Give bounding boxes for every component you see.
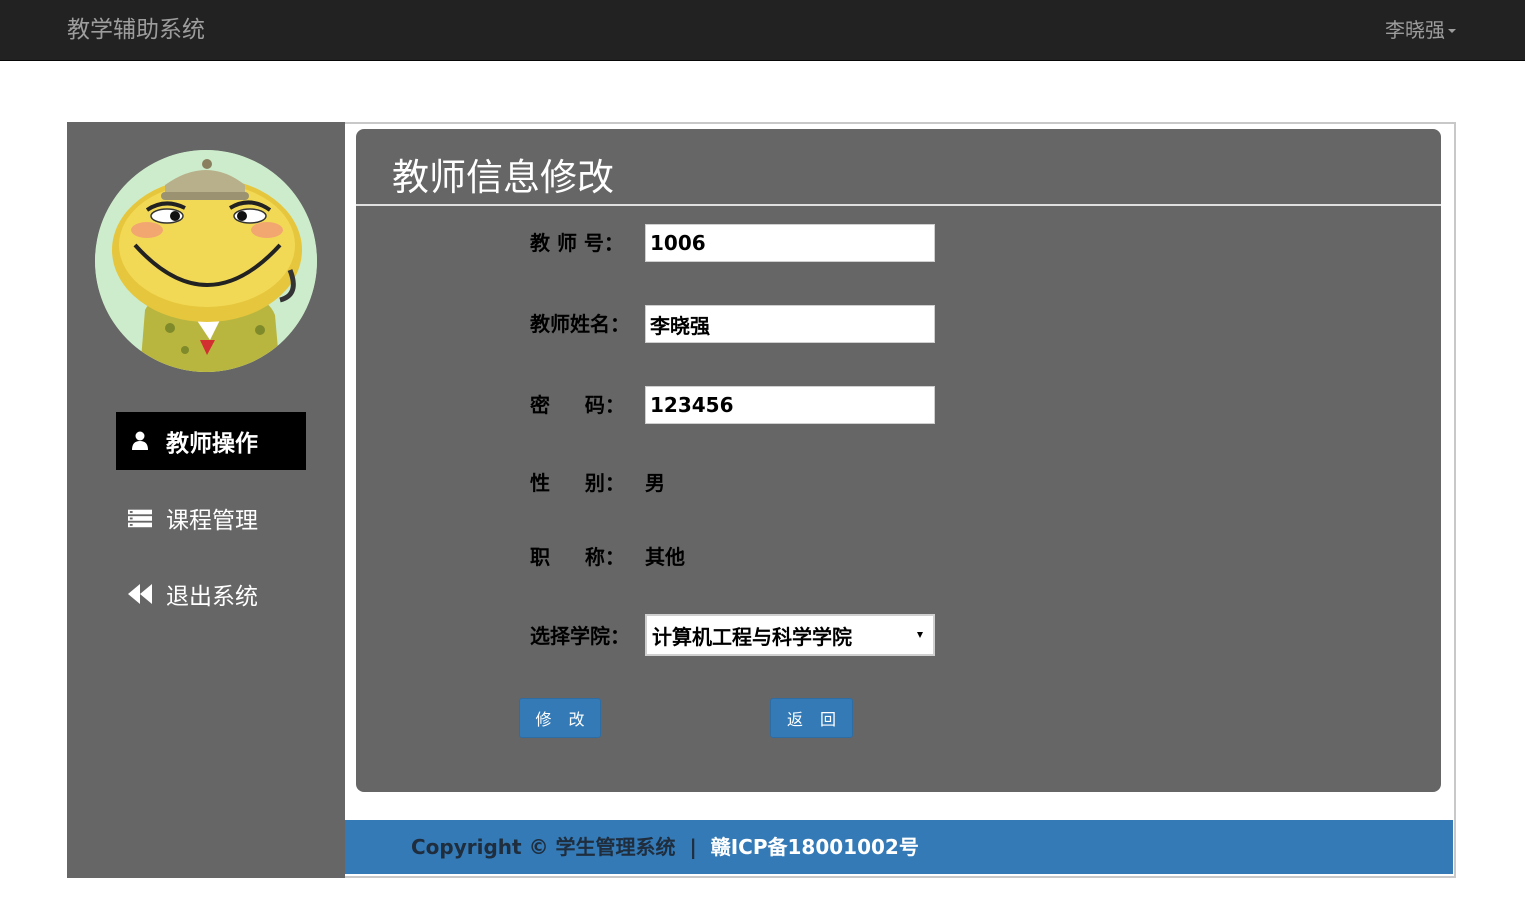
sidebar: 教师操作 课程管理 退出系统 [67,122,345,878]
user-icon [128,429,152,453]
teacher-name-label: 教师姓名： [530,312,630,336]
password-field[interactable] [645,386,935,424]
college-selected: 计算机工程与科学学院 [652,624,852,649]
teacher-id-field[interactable] [645,224,935,262]
caret-down-icon [1448,29,1456,33]
avatar [95,150,317,372]
teacher-name-field[interactable] [645,305,935,343]
sidebar-item-course-management[interactable]: 课程管理 [116,489,306,547]
divider [356,204,1441,206]
password-label: 密 码： [530,393,625,417]
college-label: 选择学院： [530,624,630,648]
footer-text: Copyright © 学生管理系统 | 赣ICP备18001002号 [411,834,919,860]
edit-panel: 教师信息修改 教 师 号： 教师姓名： 密 码： 性 别： 男 职 称： 其他 … [356,129,1441,792]
user-name: 李晓强 [1385,18,1445,42]
page-title: 教师信息修改 [392,156,614,199]
back-button[interactable]: 返 回 [770,698,853,738]
teacher-id-label: 教 师 号： [530,231,624,255]
college-select[interactable]: 计算机工程与科学学院 [645,614,935,656]
footer: Copyright © 学生管理系统 | 赣ICP备18001002号 [345,820,1453,874]
title-rank-value: 其他 [645,545,685,569]
copyright-text: Copyright © 学生管理系统 [411,835,676,859]
sidebar-item-label: 教师操作 [166,431,258,457]
sidebar-item-label: 课程管理 [166,508,258,534]
gender-value: 男 [645,471,665,495]
footer-separator: | [689,835,697,859]
top-navbar: 教学辅助系统 李晓强 [0,0,1525,61]
app-brand[interactable]: 教学辅助系统 [67,15,205,45]
avatar-image [95,150,317,372]
dropdown-arrow-icon [917,632,923,638]
title-rank-label: 职 称： [530,545,625,569]
sidebar-item-teacher-ops[interactable]: 教师操作 [116,412,306,470]
sidebar-item-logout[interactable]: 退出系统 [116,565,306,623]
backward-icon [128,582,152,606]
sidebar-item-label: 退出系统 [166,584,258,610]
submit-button[interactable]: 修 改 [519,698,601,738]
gender-label: 性 别： [530,471,625,495]
list-icon [128,506,152,530]
icp-link[interactable]: 赣ICP备18001002号 [711,835,919,859]
user-menu[interactable]: 李晓强 [1385,15,1456,45]
